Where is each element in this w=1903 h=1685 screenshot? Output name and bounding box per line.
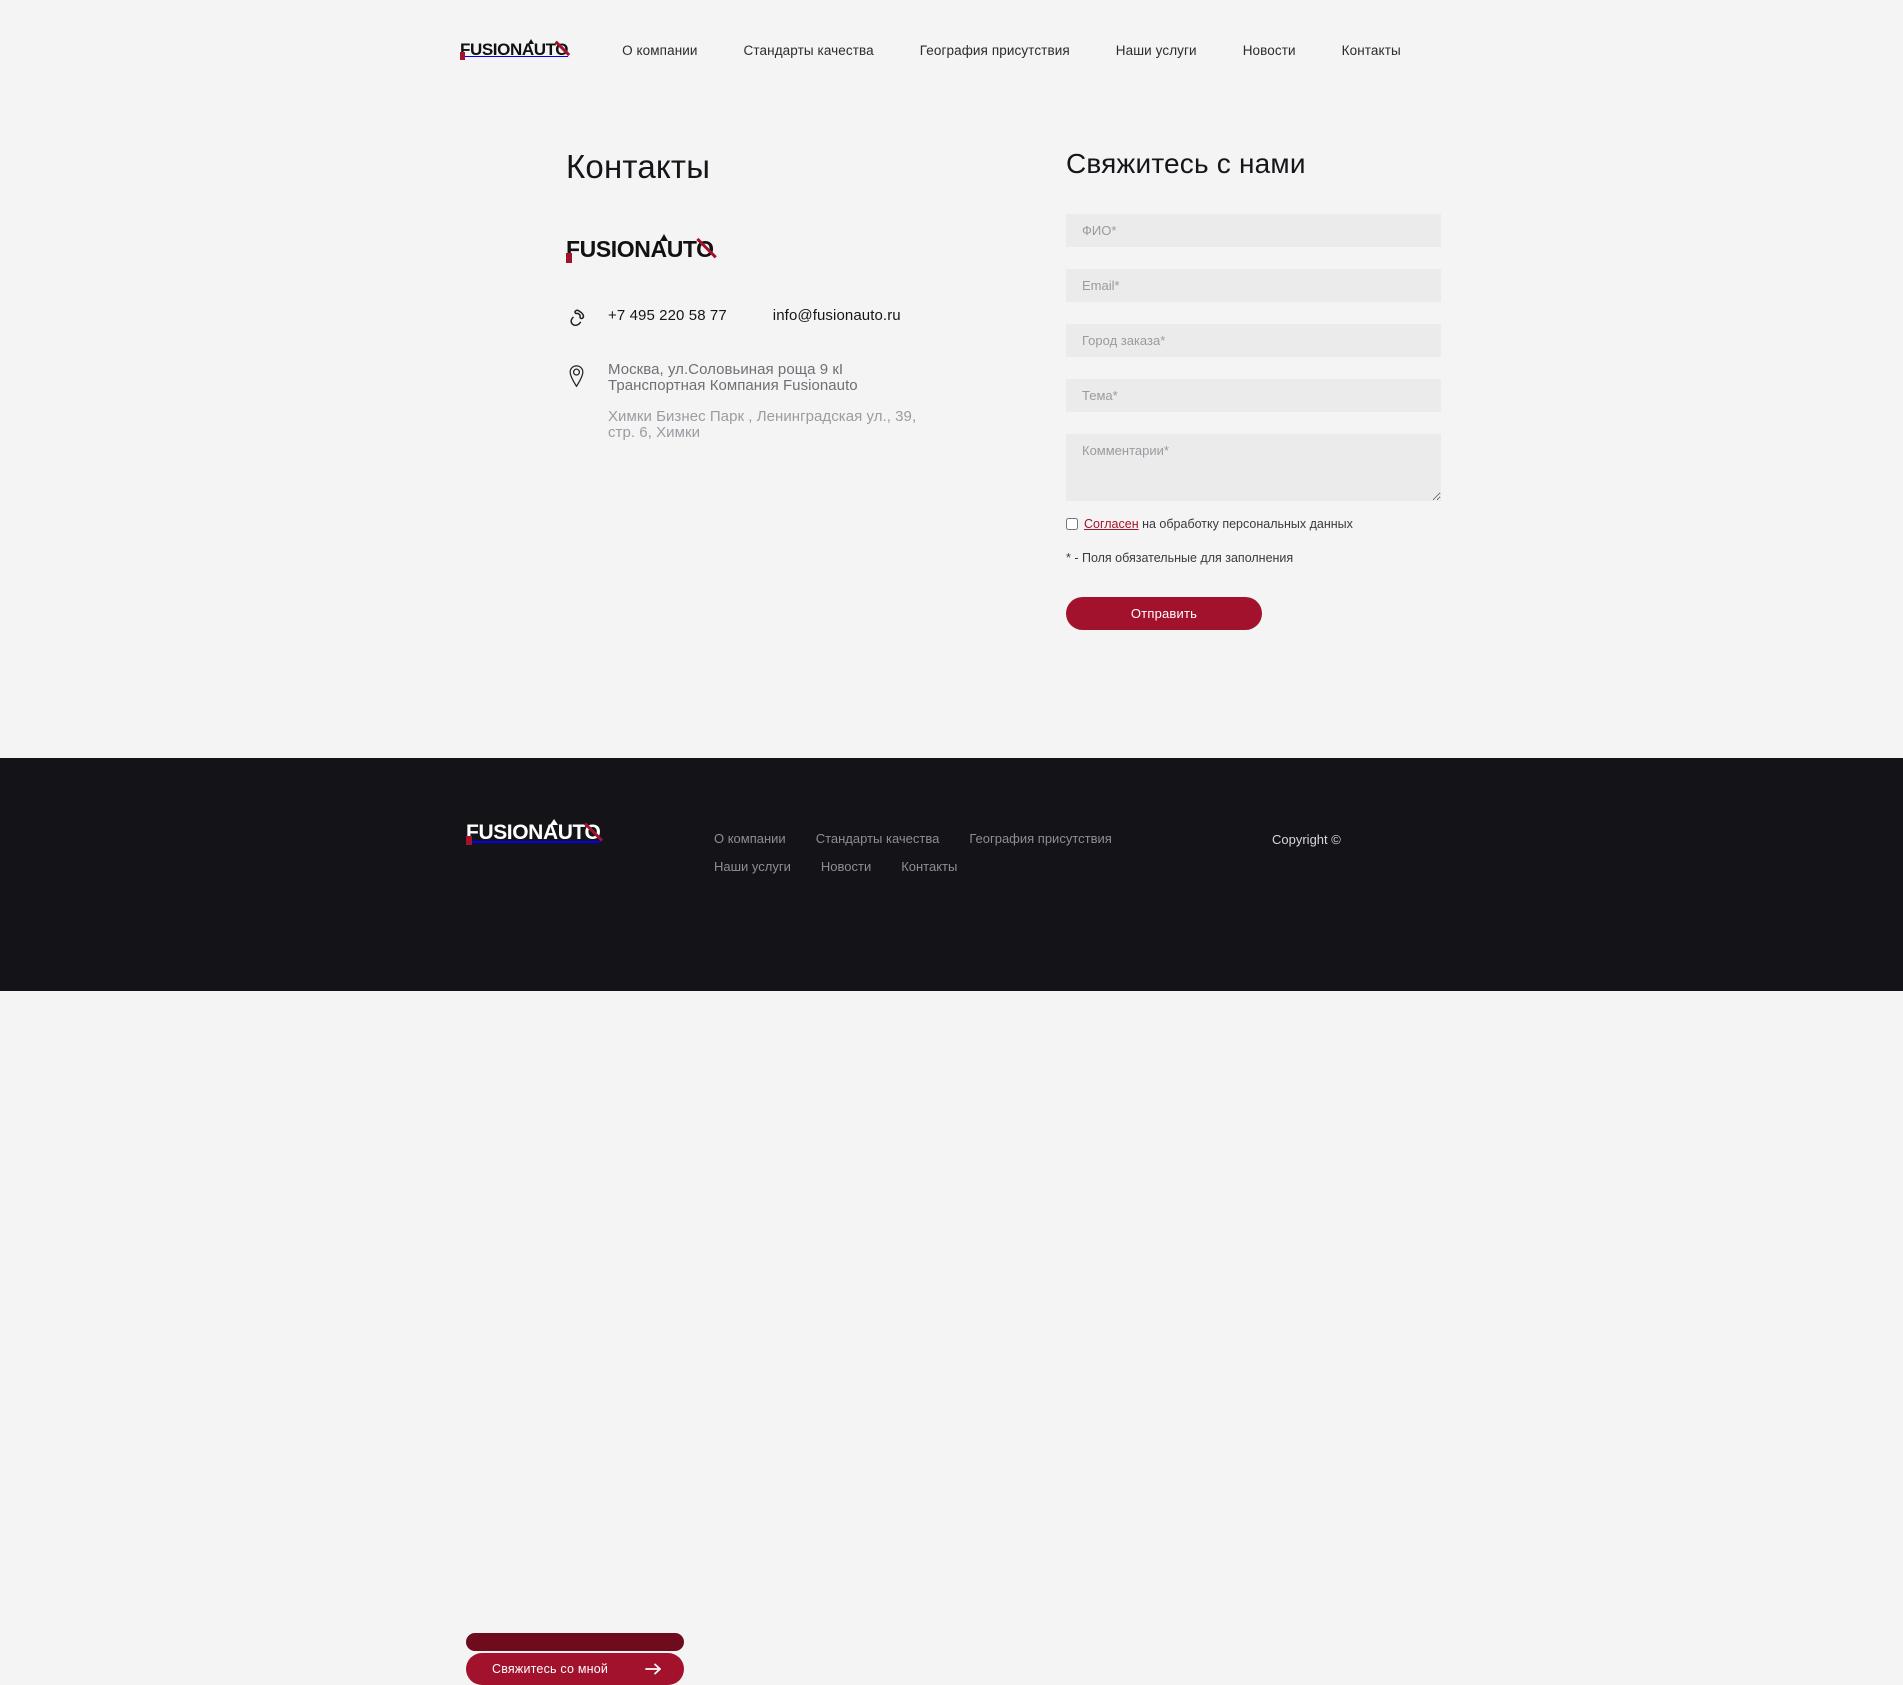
logo-wordmark: USIONAUTO [469, 40, 569, 59]
nav-item-services[interactable]: Наши услуги [1116, 43, 1197, 58]
address-row: Москва, ул.Соловьиная роща 9 кI Транспор… [566, 362, 1066, 441]
email-address[interactable]: info@fusionauto.ru [773, 307, 901, 324]
contact-form: Согласен на обработку персональных данны… [1066, 214, 1441, 630]
cta-wrapper: Свяжитесь со мной [466, 1633, 684, 1685]
address-secondary: Химки Бизнес Парк , Ленинградская ул., 3… [608, 408, 917, 441]
consent-checkbox[interactable] [1066, 518, 1078, 530]
nav-item-news[interactable]: Новости [1243, 43, 1296, 58]
form-title: Свяжитесь с нами [1066, 148, 1306, 179]
footer-navigation: О компании Стандарты качества География … [714, 821, 1174, 874]
header-logo[interactable]: F USIONAUTO [460, 39, 571, 60]
map-pin-icon [566, 362, 608, 394]
consent-text: на обработку персональных данных [1138, 517, 1353, 531]
contacts-column: Контакты F USIONAUTO +7 495 220 58 77 inf… [566, 148, 1066, 630]
contact-form-column: Свяжитесь с нами Согласен на обработку п… [1066, 148, 1441, 630]
main-navigation: О компании Стандарты качества География … [622, 43, 1401, 58]
contact-me-label: Свяжитесь со мной [492, 1662, 609, 1676]
logo-letter-f: F [466, 821, 479, 845]
logo-letter-f: F [566, 236, 580, 263]
logo-letter-f: F [460, 40, 470, 60]
address-primary: Москва, ул.Соловьиная роща 9 кI Транспор… [608, 361, 858, 394]
site-header: F USIONAUTO О компании Стандарты качества… [0, 0, 1903, 100]
logo-triangle-accent-icon [659, 234, 668, 241]
logo-wordmark: USIONAUTO [478, 821, 601, 844]
logo-triangle-accent-icon [550, 819, 559, 825]
footer-brand-column: F USIONAUTO [466, 819, 714, 874]
site-footer: F USIONAUTO О компании Стандарты качества… [0, 758, 1903, 1685]
nav-item-standards[interactable]: Стандарты качества [744, 43, 874, 58]
footer-nav-item-about[interactable]: О компании [714, 831, 786, 846]
consent-row[interactable]: Согласен на обработку персональных данны… [1066, 517, 1441, 531]
page-title: Контакты [566, 148, 711, 185]
submit-button[interactable]: Отправить [1066, 597, 1262, 630]
logo-triangle-accent-icon [528, 39, 535, 44]
footer-nav-item-standards[interactable]: Стандарты качества [816, 831, 940, 846]
arrow-right-icon [645, 1663, 662, 1675]
cta-backdrop-bar [466, 1633, 684, 1651]
footer-copyright-column: Copyright © [1174, 821, 1903, 874]
nav-item-geography[interactable]: География присутствия [920, 43, 1070, 58]
required-fields-note: * - Поля обязательные для заполнения [1066, 551, 1294, 565]
contact-me-button[interactable]: Свяжитесь со мной [466, 1653, 684, 1685]
footer-logo[interactable]: F USIONAUTO [466, 819, 604, 845]
logo-wordmark: USIONAUTO [579, 236, 714, 262]
copyright-text: Copyright © [1272, 832, 1341, 847]
phone-number[interactable]: +7 495 220 58 77 [608, 307, 727, 324]
phone-icon [566, 307, 608, 336]
email-input[interactable] [1066, 269, 1441, 302]
fullname-input[interactable] [1066, 214, 1441, 247]
footer-nav-item-contacts[interactable]: Контакты [901, 859, 957, 874]
subject-input[interactable] [1066, 379, 1441, 412]
phone-email-row: +7 495 220 58 77 info@fusionauto.ru [566, 307, 1066, 336]
nav-item-about[interactable]: О компании [622, 43, 697, 58]
consent-policy-link[interactable]: Согласен [1084, 517, 1139, 531]
phone-email-line: +7 495 220 58 77 info@fusionauto.ru [608, 307, 1066, 324]
footer-nav-item-services[interactable]: Наши услуги [714, 859, 791, 874]
city-input[interactable] [1066, 324, 1441, 357]
footer-nav-item-news[interactable]: Новости [821, 859, 871, 874]
contacts-logo: F USIONAUTO [566, 234, 717, 263]
main-content: Контакты F USIONAUTO +7 495 220 58 77 inf… [0, 100, 1903, 630]
nav-item-contacts[interactable]: Контакты [1342, 43, 1401, 58]
comment-textarea[interactable] [1066, 434, 1441, 501]
footer-nav-item-geography[interactable]: География присутствия [969, 831, 1111, 846]
